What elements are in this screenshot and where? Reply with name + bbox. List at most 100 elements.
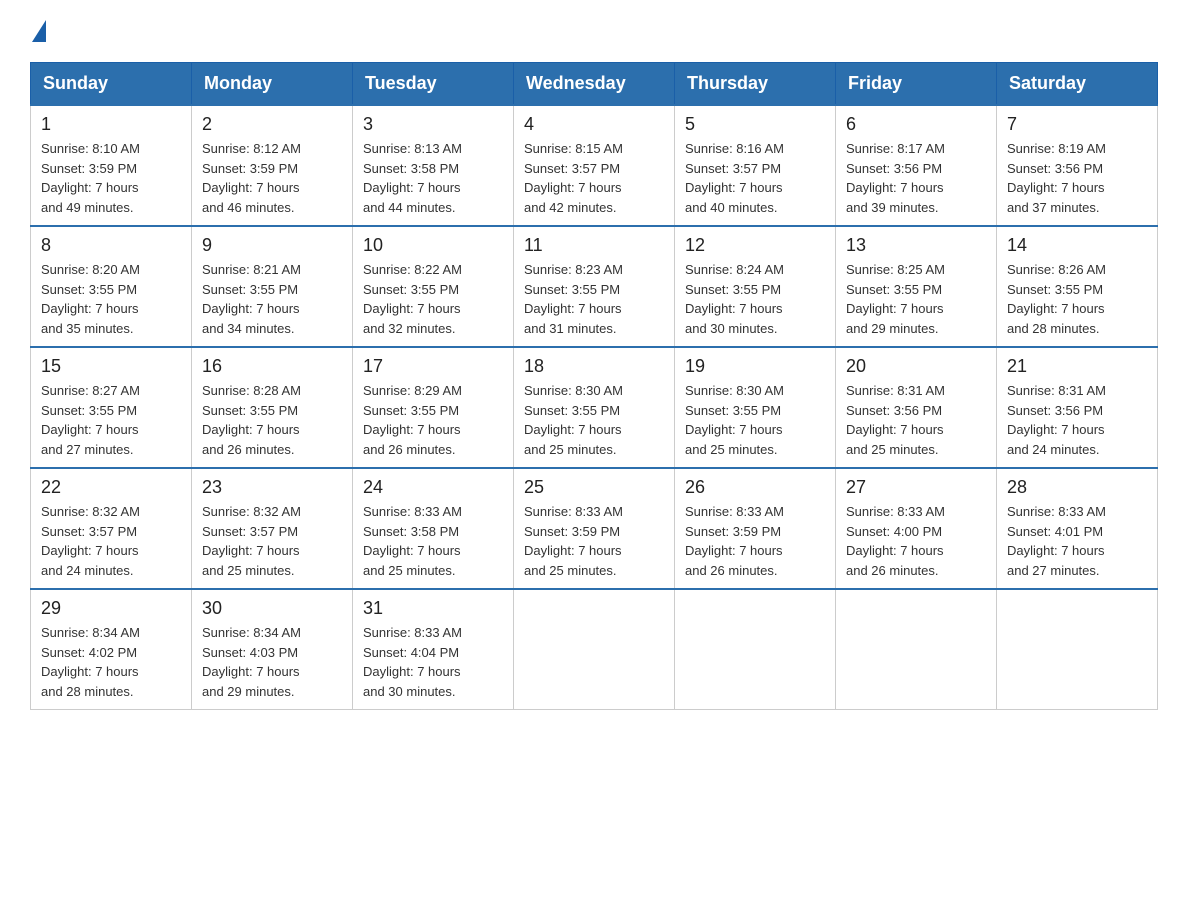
day-cell-23: 23 Sunrise: 8:32 AMSunset: 3:57 PMDayligh… bbox=[192, 468, 353, 589]
day-number: 23 bbox=[202, 477, 342, 498]
day-info: Sunrise: 8:33 AMSunset: 3:59 PMDaylight:… bbox=[524, 502, 664, 580]
empty-cell bbox=[836, 589, 997, 710]
day-info: Sunrise: 8:12 AMSunset: 3:59 PMDaylight:… bbox=[202, 139, 342, 217]
day-cell-29: 29 Sunrise: 8:34 AMSunset: 4:02 PMDayligh… bbox=[31, 589, 192, 710]
day-number: 22 bbox=[41, 477, 181, 498]
page-header bbox=[30, 20, 1158, 42]
day-info: Sunrise: 8:22 AMSunset: 3:55 PMDaylight:… bbox=[363, 260, 503, 338]
day-number: 25 bbox=[524, 477, 664, 498]
day-info: Sunrise: 8:33 AMSunset: 4:00 PMDaylight:… bbox=[846, 502, 986, 580]
day-info: Sunrise: 8:27 AMSunset: 3:55 PMDaylight:… bbox=[41, 381, 181, 459]
day-cell-11: 11 Sunrise: 8:23 AMSunset: 3:55 PMDayligh… bbox=[514, 226, 675, 347]
column-header-thursday: Thursday bbox=[675, 63, 836, 106]
logo bbox=[30, 20, 48, 42]
day-number: 15 bbox=[41, 356, 181, 377]
day-number: 9 bbox=[202, 235, 342, 256]
day-info: Sunrise: 8:33 AMSunset: 3:59 PMDaylight:… bbox=[685, 502, 825, 580]
empty-cell bbox=[514, 589, 675, 710]
day-number: 20 bbox=[846, 356, 986, 377]
day-number: 8 bbox=[41, 235, 181, 256]
day-cell-3: 3 Sunrise: 8:13 AMSunset: 3:58 PMDaylight… bbox=[353, 105, 514, 226]
day-cell-2: 2 Sunrise: 8:12 AMSunset: 3:59 PMDaylight… bbox=[192, 105, 353, 226]
day-cell-19: 19 Sunrise: 8:30 AMSunset: 3:55 PMDayligh… bbox=[675, 347, 836, 468]
empty-cell bbox=[997, 589, 1158, 710]
day-info: Sunrise: 8:34 AMSunset: 4:02 PMDaylight:… bbox=[41, 623, 181, 701]
day-number: 13 bbox=[846, 235, 986, 256]
day-cell-17: 17 Sunrise: 8:29 AMSunset: 3:55 PMDayligh… bbox=[353, 347, 514, 468]
day-info: Sunrise: 8:25 AMSunset: 3:55 PMDaylight:… bbox=[846, 260, 986, 338]
day-cell-14: 14Sunrise: 8:26 AMSunset: 3:55 PMDayligh… bbox=[997, 226, 1158, 347]
day-number: 2 bbox=[202, 114, 342, 135]
day-info: Sunrise: 8:31 AMSunset: 3:56 PMDaylight:… bbox=[1007, 381, 1147, 459]
day-cell-26: 26Sunrise: 8:33 AMSunset: 3:59 PMDayligh… bbox=[675, 468, 836, 589]
day-info: Sunrise: 8:30 AMSunset: 3:55 PMDaylight:… bbox=[685, 381, 825, 459]
day-info: Sunrise: 8:23 AMSunset: 3:55 PMDaylight:… bbox=[524, 260, 664, 338]
day-info: Sunrise: 8:19 AMSunset: 3:56 PMDaylight:… bbox=[1007, 139, 1147, 217]
column-header-monday: Monday bbox=[192, 63, 353, 106]
week-row-3: 15 Sunrise: 8:27 AMSunset: 3:55 PMDayligh… bbox=[31, 347, 1158, 468]
day-info: Sunrise: 8:33 AMSunset: 3:58 PMDaylight:… bbox=[363, 502, 503, 580]
day-info: Sunrise: 8:21 AMSunset: 3:55 PMDaylight:… bbox=[202, 260, 342, 338]
day-cell-6: 6 Sunrise: 8:17 AMSunset: 3:56 PMDaylight… bbox=[836, 105, 997, 226]
column-header-tuesday: Tuesday bbox=[353, 63, 514, 106]
day-number: 31 bbox=[363, 598, 503, 619]
day-number: 4 bbox=[524, 114, 664, 135]
day-cell-30: 30Sunrise: 8:34 AMSunset: 4:03 PMDayligh… bbox=[192, 589, 353, 710]
day-cell-16: 16 Sunrise: 8:28 AMSunset: 3:55 PMDayligh… bbox=[192, 347, 353, 468]
day-info: Sunrise: 8:28 AMSunset: 3:55 PMDaylight:… bbox=[202, 381, 342, 459]
week-row-1: 1 Sunrise: 8:10 AMSunset: 3:59 PMDaylight… bbox=[31, 105, 1158, 226]
column-header-saturday: Saturday bbox=[997, 63, 1158, 106]
day-cell-9: 9 Sunrise: 8:21 AMSunset: 3:55 PMDaylight… bbox=[192, 226, 353, 347]
day-number: 29 bbox=[41, 598, 181, 619]
calendar-header-row: SundayMondayTuesdayWednesdayThursdayFrid… bbox=[31, 63, 1158, 106]
day-cell-15: 15 Sunrise: 8:27 AMSunset: 3:55 PMDayligh… bbox=[31, 347, 192, 468]
day-number: 19 bbox=[685, 356, 825, 377]
day-info: Sunrise: 8:17 AMSunset: 3:56 PMDaylight:… bbox=[846, 139, 986, 217]
day-info: Sunrise: 8:15 AMSunset: 3:57 PMDaylight:… bbox=[524, 139, 664, 217]
day-number: 28 bbox=[1007, 477, 1147, 498]
day-info: Sunrise: 8:32 AMSunset: 3:57 PMDaylight:… bbox=[41, 502, 181, 580]
column-header-friday: Friday bbox=[836, 63, 997, 106]
day-cell-28: 28 Sunrise: 8:33 AMSunset: 4:01 PMDayligh… bbox=[997, 468, 1158, 589]
day-number: 18 bbox=[524, 356, 664, 377]
day-cell-12: 12Sunrise: 8:24 AMSunset: 3:55 PMDayligh… bbox=[675, 226, 836, 347]
day-info: Sunrise: 8:33 AMSunset: 4:04 PMDaylight:… bbox=[363, 623, 503, 701]
week-row-4: 22 Sunrise: 8:32 AMSunset: 3:57 PMDayligh… bbox=[31, 468, 1158, 589]
day-info: Sunrise: 8:16 AMSunset: 3:57 PMDaylight:… bbox=[685, 139, 825, 217]
day-number: 6 bbox=[846, 114, 986, 135]
day-number: 12 bbox=[685, 235, 825, 256]
day-number: 27 bbox=[846, 477, 986, 498]
day-number: 1 bbox=[41, 114, 181, 135]
day-cell-13: 13 Sunrise: 8:25 AMSunset: 3:55 PMDayligh… bbox=[836, 226, 997, 347]
day-info: Sunrise: 8:26 AMSunset: 3:55 PMDaylight:… bbox=[1007, 260, 1147, 338]
day-cell-24: 24Sunrise: 8:33 AMSunset: 3:58 PMDayligh… bbox=[353, 468, 514, 589]
day-info: Sunrise: 8:13 AMSunset: 3:58 PMDaylight:… bbox=[363, 139, 503, 217]
day-info: Sunrise: 8:33 AMSunset: 4:01 PMDaylight:… bbox=[1007, 502, 1147, 580]
day-cell-27: 27 Sunrise: 8:33 AMSunset: 4:00 PMDayligh… bbox=[836, 468, 997, 589]
day-info: Sunrise: 8:31 AMSunset: 3:56 PMDaylight:… bbox=[846, 381, 986, 459]
day-number: 11 bbox=[524, 235, 664, 256]
column-header-sunday: Sunday bbox=[31, 63, 192, 106]
day-cell-18: 18Sunrise: 8:30 AMSunset: 3:55 PMDayligh… bbox=[514, 347, 675, 468]
day-number: 17 bbox=[363, 356, 503, 377]
day-cell-25: 25 Sunrise: 8:33 AMSunset: 3:59 PMDayligh… bbox=[514, 468, 675, 589]
day-number: 5 bbox=[685, 114, 825, 135]
day-cell-21: 21 Sunrise: 8:31 AMSunset: 3:56 PMDayligh… bbox=[997, 347, 1158, 468]
day-cell-4: 4 Sunrise: 8:15 AMSunset: 3:57 PMDaylight… bbox=[514, 105, 675, 226]
day-cell-8: 8Sunrise: 8:20 AMSunset: 3:55 PMDaylight… bbox=[31, 226, 192, 347]
day-info: Sunrise: 8:32 AMSunset: 3:57 PMDaylight:… bbox=[202, 502, 342, 580]
day-number: 21 bbox=[1007, 356, 1147, 377]
day-cell-31: 31 Sunrise: 8:33 AMSunset: 4:04 PMDayligh… bbox=[353, 589, 514, 710]
day-number: 7 bbox=[1007, 114, 1147, 135]
day-info: Sunrise: 8:29 AMSunset: 3:55 PMDaylight:… bbox=[363, 381, 503, 459]
day-number: 16 bbox=[202, 356, 342, 377]
week-row-2: 8Sunrise: 8:20 AMSunset: 3:55 PMDaylight… bbox=[31, 226, 1158, 347]
day-info: Sunrise: 8:10 AMSunset: 3:59 PMDaylight:… bbox=[41, 139, 181, 217]
day-number: 10 bbox=[363, 235, 503, 256]
day-info: Sunrise: 8:34 AMSunset: 4:03 PMDaylight:… bbox=[202, 623, 342, 701]
empty-cell bbox=[675, 589, 836, 710]
day-cell-10: 10 Sunrise: 8:22 AMSunset: 3:55 PMDayligh… bbox=[353, 226, 514, 347]
day-cell-1: 1 Sunrise: 8:10 AMSunset: 3:59 PMDaylight… bbox=[31, 105, 192, 226]
calendar-table: SundayMondayTuesdayWednesdayThursdayFrid… bbox=[30, 62, 1158, 710]
day-number: 3 bbox=[363, 114, 503, 135]
